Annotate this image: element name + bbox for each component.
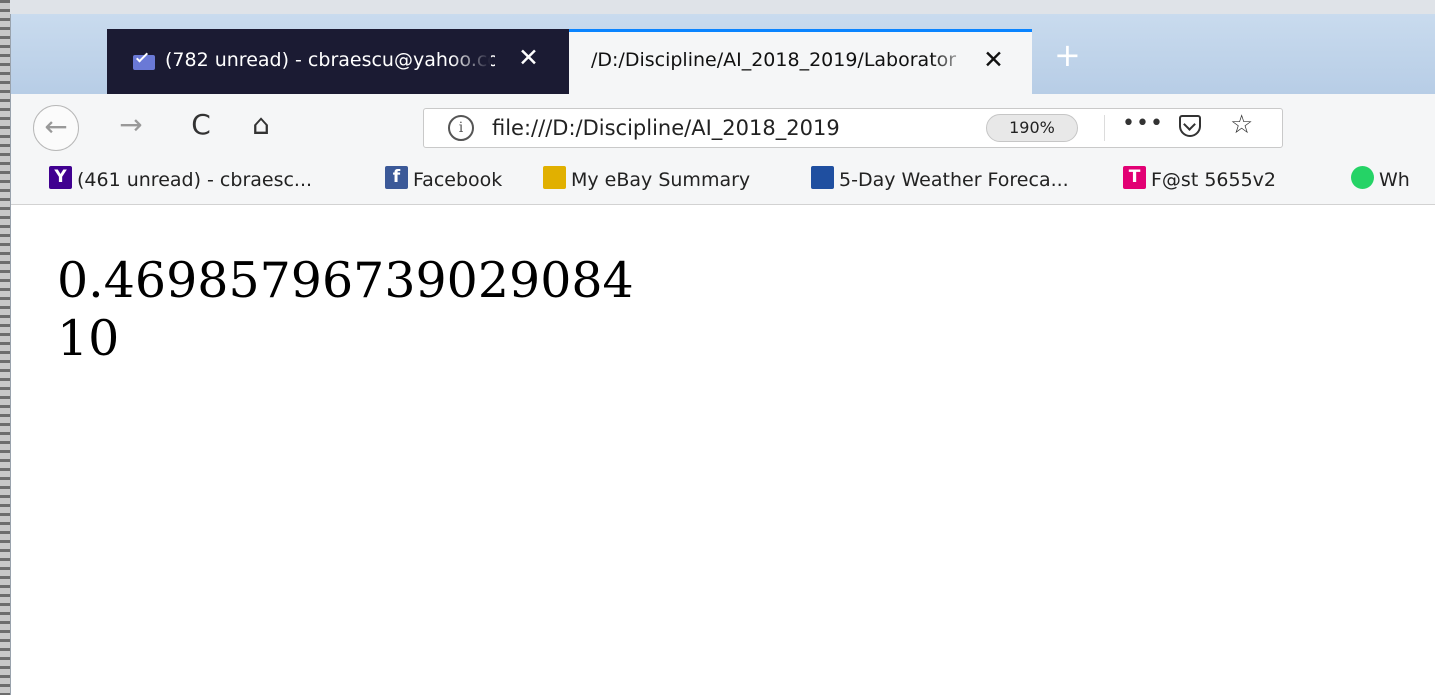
tab-local-file[interactable]: /D:/Discipline/AI_2018_2019/Laborator ✕ bbox=[569, 29, 1032, 94]
bookmark-fast[interactable]: F@st 5655v2 bbox=[1151, 169, 1276, 191]
desktop-edge bbox=[0, 0, 10, 695]
page-content: 0.46985796739029084 10 bbox=[11, 205, 1435, 695]
pocket-icon[interactable] bbox=[1179, 115, 1201, 137]
reload-button[interactable]: C bbox=[183, 107, 219, 143]
mail-icon bbox=[133, 55, 155, 70]
close-icon[interactable]: ✕ bbox=[983, 45, 1004, 75]
output-value-2: 10 bbox=[57, 310, 120, 367]
tab-title: (782 unread) - cbraescu@yahoo.com - Yaho… bbox=[165, 49, 495, 71]
home-button[interactable]: ⌂ bbox=[243, 107, 279, 143]
close-icon[interactable]: ✕ bbox=[518, 43, 539, 73]
bookmark-yahoo[interactable]: (461 unread) - cbraesc... bbox=[77, 169, 312, 191]
address-bar[interactable]: i file:///D:/Discipline/AI_2018_2019 190… bbox=[423, 108, 1283, 148]
yahoo-icon: Y bbox=[49, 166, 72, 189]
forward-button[interactable]: → bbox=[113, 107, 149, 143]
tab-title-fade bbox=[932, 42, 972, 78]
url-fade bbox=[894, 111, 944, 145]
navigation-toolbar: ← → C ⌂ i file:///D:/Discipline/AI_2018_… bbox=[11, 94, 1435, 152]
whatsapp-icon bbox=[1351, 166, 1374, 189]
info-icon[interactable]: i bbox=[448, 115, 474, 141]
ebay-bag-icon bbox=[543, 166, 566, 189]
tab-strip: (782 unread) - cbraescu@yahoo.com - Yaho… bbox=[11, 14, 1435, 94]
weather-channel-icon bbox=[811, 166, 834, 189]
facebook-icon: f bbox=[385, 166, 408, 189]
tab-yahoo-mail[interactable]: (782 unread) - cbraescu@yahoo.com - Yaho… bbox=[107, 29, 569, 94]
tab-title: /D:/Discipline/AI_2018_2019/Laborator bbox=[591, 49, 957, 71]
output-value-1: 0.46985796739029084 bbox=[57, 252, 634, 309]
bookmark-ebay[interactable]: My eBay Summary bbox=[571, 169, 750, 191]
bookmarks-toolbar: Y (461 unread) - cbraesc... f Facebook M… bbox=[11, 152, 1435, 205]
divider bbox=[1104, 115, 1105, 141]
bookmark-weather[interactable]: 5-Day Weather Foreca... bbox=[839, 169, 1069, 191]
new-tab-button[interactable]: + bbox=[1054, 39, 1081, 71]
bookmark-facebook[interactable]: Facebook bbox=[413, 169, 502, 191]
url-text[interactable]: file:///D:/Discipline/AI_2018_2019 bbox=[492, 116, 932, 140]
browser-window: (782 unread) - cbraescu@yahoo.com - Yaho… bbox=[10, 14, 1435, 695]
tab-title-fade bbox=[451, 41, 491, 77]
page-actions-menu-icon[interactable]: ••• bbox=[1122, 111, 1164, 136]
zoom-indicator[interactable]: 190% bbox=[986, 114, 1078, 142]
star-icon[interactable]: ☆ bbox=[1230, 110, 1253, 140]
telekom-icon: T bbox=[1123, 166, 1146, 189]
back-button[interactable]: ← bbox=[33, 105, 79, 151]
bookmark-whatsapp[interactable]: Wh bbox=[1379, 169, 1410, 191]
